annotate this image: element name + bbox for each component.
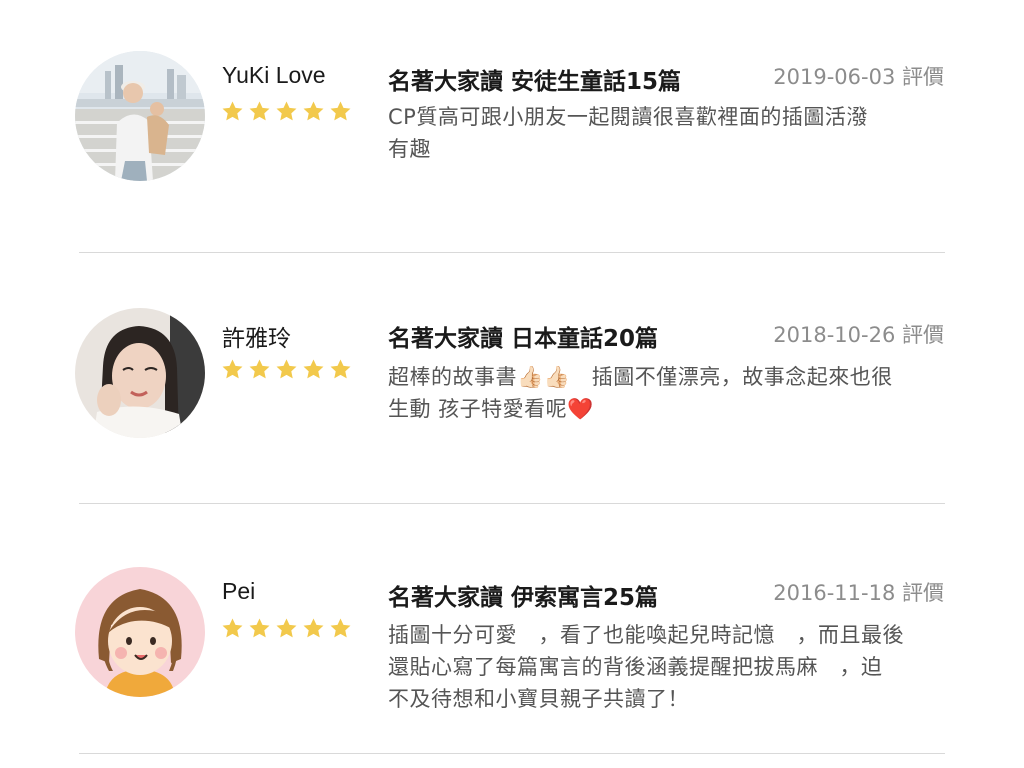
star-icon xyxy=(330,359,351,379)
review-date: 2019-06-03 評價 xyxy=(773,61,944,91)
review-comment: CP質高可跟小朋友一起閱讀很喜歡裡面的插圖活潑 有趣 xyxy=(388,101,948,165)
star-icon xyxy=(249,359,270,379)
divider xyxy=(79,753,945,754)
star-icon xyxy=(303,101,324,121)
review-date: 2018-10-26 評價 xyxy=(773,319,944,349)
review-date: 2016-11-18 評價 xyxy=(773,577,944,607)
comment-line: 不及待想和小寶貝親子共讀了！ xyxy=(388,687,689,711)
reviewer-avatar[interactable] xyxy=(75,51,205,181)
star-icon xyxy=(222,101,243,121)
review-comment: 插圖十分可愛 ，看了也能喚起兒時記憶 ，而且最後 還貼心寫了每篇寓言的背後涵義提… xyxy=(388,619,948,715)
star-rating xyxy=(221,358,352,381)
star-icon xyxy=(330,101,351,121)
product-title[interactable]: 名著大家讀 安徒生童話15篇 xyxy=(388,62,681,96)
review-comment: 超棒的故事書👍🏻👍🏻 插圖不僅漂亮，故事念起來也很 生動 孩子特愛看呢❤️ xyxy=(388,361,948,425)
review-item: YuKi Love 名著大家讀 安徒生童話15篇 2019-06-03 評價 C… xyxy=(0,0,1024,252)
review-date-suffix: 評價 xyxy=(902,581,944,605)
star-icon xyxy=(276,359,297,379)
star-icon xyxy=(222,618,243,638)
star-icon xyxy=(276,618,297,638)
star-icon xyxy=(222,359,243,379)
star-icon xyxy=(249,618,270,638)
reviewer-name: YuKi Love xyxy=(222,62,326,88)
star-rating xyxy=(221,617,352,640)
product-title[interactable]: 名著大家讀 伊索寓言25篇 xyxy=(388,578,658,612)
comment-line: CP質高可跟小朋友一起閱讀很喜歡裡面的插圖活潑 xyxy=(388,105,868,129)
review-date-value: 2018-10-26 xyxy=(773,323,896,347)
review-item: Pei 名著大家讀 伊索寓言25篇 2016-11-18 評價 插圖十分可愛 ，… xyxy=(0,504,1024,753)
review-date-value: 2016-11-18 xyxy=(773,581,896,605)
reviewer-avatar[interactable] xyxy=(75,567,205,697)
star-icon xyxy=(303,618,324,638)
comment-line: 還貼心寫了每篇寓言的背後涵義提醒把拔馬麻 ，迫 xyxy=(388,655,883,679)
comment-line: 插圖十分可愛 ，看了也能喚起兒時記憶 ，而且最後 xyxy=(388,623,904,647)
user-photo-icon xyxy=(75,308,205,438)
review-list: YuKi Love 名著大家讀 安徒生童話15篇 2019-06-03 評價 C… xyxy=(0,0,1024,768)
review-date-value: 2019-06-03 xyxy=(773,65,896,89)
star-icon xyxy=(303,359,324,379)
user-photo-icon xyxy=(75,51,205,181)
reviewer-avatar[interactable] xyxy=(75,308,205,438)
reviewer-name: 許雅玲 xyxy=(222,325,291,351)
comment-line: 生動 孩子特愛看呢❤️ xyxy=(388,397,594,421)
star-icon xyxy=(330,618,351,638)
review-date-suffix: 評價 xyxy=(902,65,944,89)
product-title[interactable]: 名著大家讀 日本童話20篇 xyxy=(388,319,658,353)
review-date-suffix: 評價 xyxy=(902,323,944,347)
comment-line: 超棒的故事書👍🏻👍🏻 插圖不僅漂亮，故事念起來也很 xyxy=(388,365,893,389)
star-rating xyxy=(221,100,352,123)
star-icon xyxy=(276,101,297,121)
cartoon-girl-icon xyxy=(75,567,205,697)
star-icon xyxy=(249,101,270,121)
comment-line: 有趣 xyxy=(388,137,431,161)
reviewer-name: Pei xyxy=(222,578,256,604)
review-item: 許雅玲 名著大家讀 日本童話20篇 2018-10-26 評價 超棒的故事書👍🏻… xyxy=(0,253,1024,503)
